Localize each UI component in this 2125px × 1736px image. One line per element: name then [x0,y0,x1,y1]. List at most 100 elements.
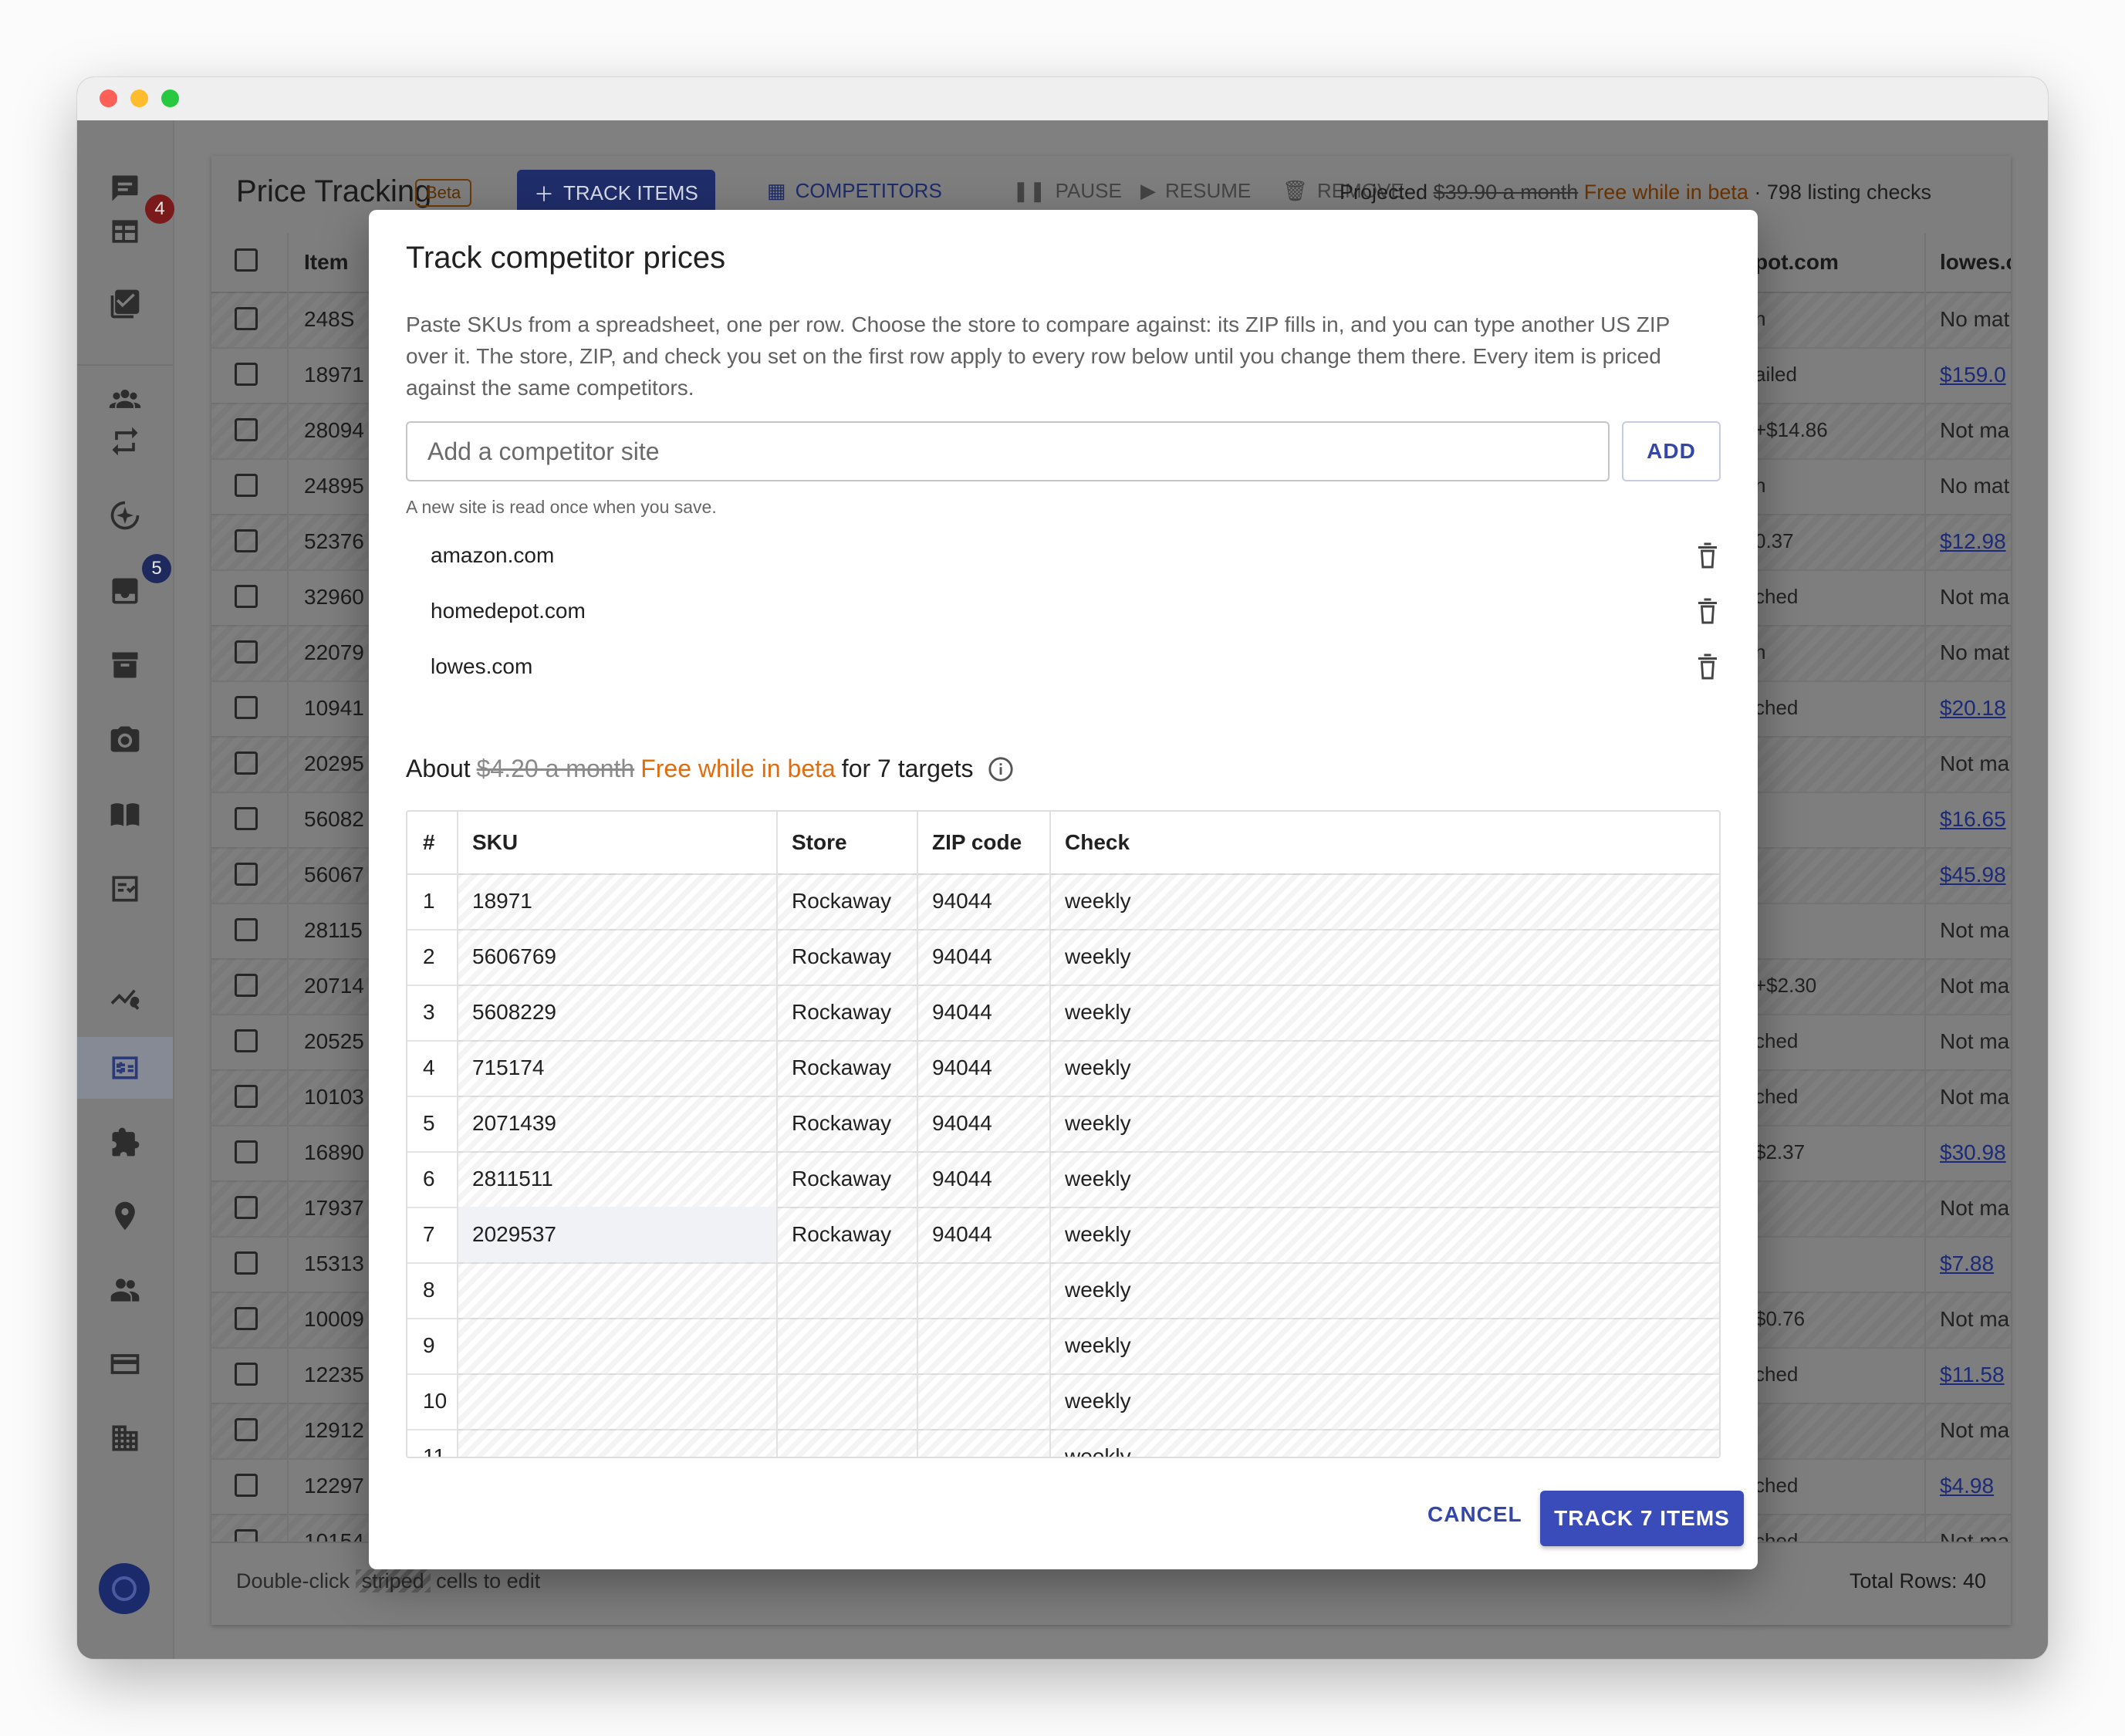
lowes-price[interactable]: $30.98 [1940,1140,2006,1165]
sku-cell[interactable]: 715174 [457,1040,776,1096]
sku-cell[interactable] [457,1262,776,1318]
row-checkbox[interactable] [235,307,258,330]
row-checkbox[interactable] [235,974,258,997]
check-cell[interactable]: weekly [1049,985,1719,1040]
store-cell[interactable]: Rockaway [776,985,917,1040]
row-checkbox[interactable] [235,696,258,719]
competitor-site-input[interactable] [406,421,1610,481]
store-cell[interactable]: Rockaway [776,929,917,985]
row-checkbox[interactable] [235,918,258,941]
lowes-price[interactable]: $16.65 [1940,807,2006,832]
sku-cell[interactable] [457,1318,776,1373]
zip-cell[interactable]: 94044 [917,1040,1049,1096]
zip-cell[interactable] [917,1373,1049,1429]
rail-tasks[interactable] [94,273,156,335]
sku-cell[interactable]: 2029537 [457,1207,776,1262]
competitors-button[interactable]: ▦ COMPETITORS [767,179,942,203]
rail-company[interactable] [94,1407,156,1469]
row-checkbox[interactable] [235,585,258,608]
sku-cell[interactable]: 18971 [457,873,776,929]
zip-cell[interactable]: 94044 [917,1207,1049,1262]
check-cell[interactable]: weekly [1049,1151,1719,1207]
lowes-price[interactable]: $11.58 [1940,1363,2005,1387]
rail-billing[interactable] [94,1333,156,1395]
rail-camera[interactable] [94,708,156,770]
cancel-button[interactable]: CANCEL [1423,1501,1527,1528]
row-checkbox[interactable] [235,418,258,441]
check-cell[interactable]: weekly [1049,929,1719,985]
sku-cell[interactable]: 5606769 [457,929,776,985]
row-checkbox[interactable] [235,1474,258,1497]
zip-cell[interactable] [917,1429,1049,1457]
row-checkbox[interactable] [235,807,258,830]
delete-site-button[interactable] [1696,597,1719,625]
zip-cell[interactable]: 94044 [917,985,1049,1040]
store-cell[interactable]: Rockaway [776,873,917,929]
store-cell[interactable]: Rockaway [776,1207,917,1262]
rail-locations[interactable] [94,1185,156,1247]
rail-analytics[interactable] [94,963,156,1025]
rail-sync[interactable] [94,410,156,472]
lowes-price[interactable]: $20.18 [1940,696,2006,721]
check-cell[interactable]: weekly [1049,873,1719,929]
row-checkbox[interactable] [235,1251,258,1275]
delete-site-button[interactable] [1696,653,1719,681]
check-cell[interactable]: weekly [1049,1040,1719,1096]
store-cell[interactable] [776,1429,917,1457]
zip-cell[interactable]: 94044 [917,873,1049,929]
zip-cell[interactable]: 94044 [917,929,1049,985]
rail-catalog[interactable] [94,784,156,846]
delete-site-button[interactable] [1696,542,1719,569]
zip-cell[interactable]: 94044 [917,1096,1049,1151]
sku-cell[interactable]: 5608229 [457,985,776,1040]
lowes-price[interactable]: $45.98 [1940,863,2006,887]
store-cell[interactable]: Rockaway [776,1151,917,1207]
row-checkbox[interactable] [235,1140,258,1164]
resume-button[interactable]: ▶ RESUME [1140,179,1251,203]
row-checkbox[interactable] [235,363,258,386]
add-site-button[interactable]: ADD [1622,421,1721,481]
maximize-window-button[interactable] [161,90,179,107]
row-checkbox[interactable] [235,1196,258,1219]
row-checkbox[interactable] [235,640,258,664]
lowes-price[interactable]: $159.0 [1940,363,2006,387]
row-checkbox[interactable] [235,751,258,775]
info-icon[interactable] [988,756,1014,782]
track-items-button[interactable]: ＋ TRACK ITEMS [517,170,715,216]
rail-price-tracking[interactable] [77,1037,173,1099]
row-checkbox[interactable] [235,1085,258,1108]
minimize-window-button[interactable] [130,90,148,107]
store-cell[interactable] [776,1318,917,1373]
row-checkbox[interactable] [235,1418,258,1441]
row-checkbox[interactable] [235,529,258,552]
check-cell[interactable]: weekly [1049,1429,1719,1457]
select-all-checkbox[interactable] [235,248,258,272]
rail-reviews[interactable] [94,858,156,920]
sku-cell[interactable] [457,1373,776,1429]
row-checkbox[interactable] [235,863,258,886]
check-cell[interactable]: weekly [1049,1207,1719,1262]
store-cell[interactable]: Rockaway [776,1096,917,1151]
sku-cell[interactable] [457,1429,776,1457]
check-cell[interactable]: weekly [1049,1096,1719,1151]
store-cell[interactable]: Rockaway [776,1040,917,1096]
row-checkbox[interactable] [235,474,258,497]
row-checkbox[interactable] [235,1029,258,1052]
zip-cell[interactable]: 94044 [917,1151,1049,1207]
lowes-price[interactable]: $4.98 [1940,1474,1994,1498]
sku-cell[interactable]: 2811511 [457,1151,776,1207]
check-cell[interactable]: weekly [1049,1318,1719,1373]
row-checkbox[interactable] [235,1307,258,1330]
pause-button[interactable]: ❚❚ PAUSE [1012,179,1122,203]
store-cell[interactable] [776,1262,917,1318]
zip-cell[interactable] [917,1262,1049,1318]
zip-cell[interactable] [917,1318,1049,1373]
rail-automation[interactable] [94,485,156,546]
rail-team[interactable] [94,1259,156,1321]
check-cell[interactable]: weekly [1049,1373,1719,1429]
check-cell[interactable]: weekly [1049,1262,1719,1318]
store-cell[interactable] [776,1373,917,1429]
rail-archive[interactable] [94,634,156,696]
row-checkbox[interactable] [235,1363,258,1386]
rail-extensions[interactable] [94,1111,156,1173]
